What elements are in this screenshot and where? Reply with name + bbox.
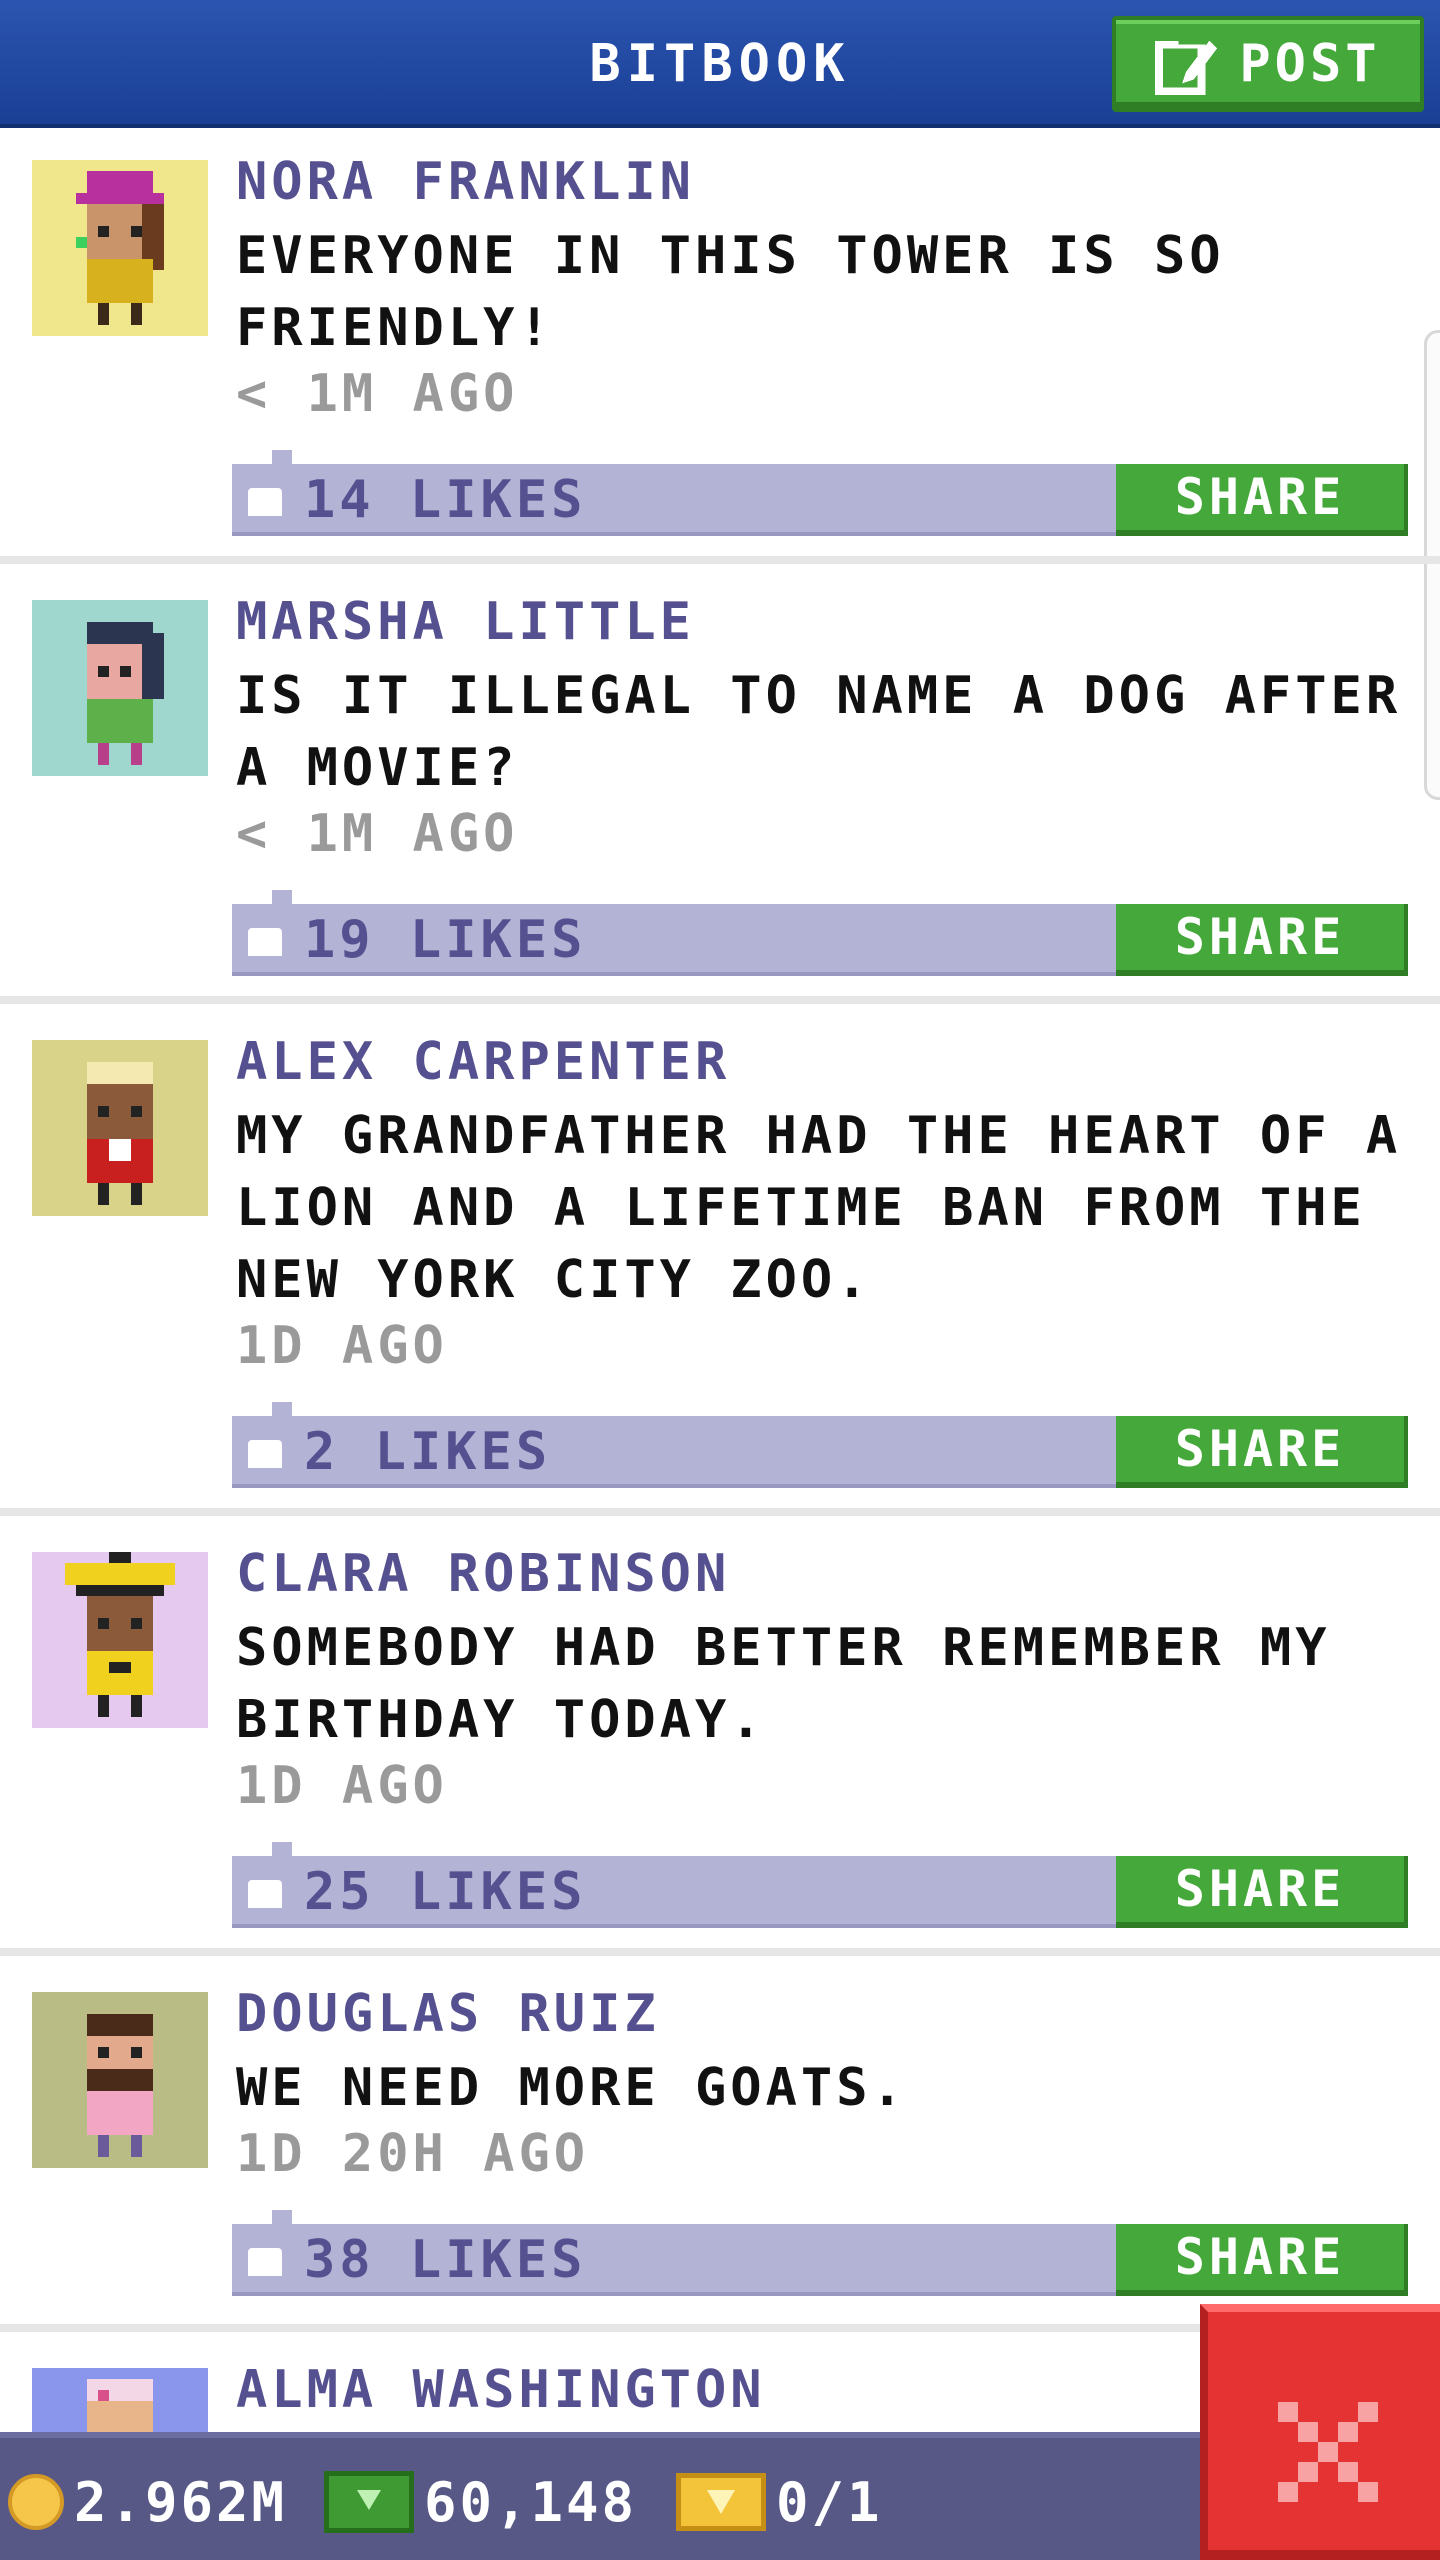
share-button[interactable]: SHARE [1116, 1416, 1408, 1488]
coin-icon [8, 2474, 64, 2530]
character-sprite [87, 2014, 153, 2157]
share-button[interactable]: SHARE [1116, 2224, 1408, 2296]
feed-post: DOUGLAS RUIZ WE NEED MORE GOATS. 1D 20H … [0, 1964, 1440, 2332]
post-author: ALEX CARPENTER [236, 1032, 731, 1092]
character-sprite [76, 171, 164, 325]
share-button[interactable]: SHARE [1116, 464, 1408, 536]
like-bar: 38 LIKES SHARE [232, 2210, 1408, 2296]
post-time: 1D AGO [236, 1316, 448, 1376]
share-button[interactable]: SHARE [1116, 1856, 1408, 1928]
like-count: 14 LIKES [304, 470, 587, 530]
character-sprite [87, 1062, 153, 1205]
character-sprite [87, 622, 164, 765]
feed-post: NORA FRANKLIN EVERYONE IN THIS TOWER IS … [0, 132, 1440, 564]
avatar[interactable] [32, 1552, 208, 1728]
coins-value: 2.962M [74, 2470, 288, 2534]
like-bar: 25 LIKES SHARE [232, 1842, 1408, 1928]
post-message: MY GRANDFATHER HAD THE HEART OF A LION A… [236, 1106, 1402, 1310]
feed-post: CLARA ROBINSON SOMEBODY HAD BETTER REMEM… [0, 1524, 1440, 1956]
ticket-icon [676, 2473, 766, 2531]
feed-post: MARSHA LITTLE IS IT ILLEGAL TO NAME A DO… [0, 572, 1440, 1004]
post-time: < 1M AGO [236, 804, 519, 864]
thumbs-up-icon[interactable] [248, 1880, 282, 1908]
feed-post: ALEX CARPENTER MY GRANDFATHER HAD THE HE… [0, 1012, 1440, 1516]
post-time: 1D AGO [236, 1756, 448, 1816]
post-message: IS IT ILLEGAL TO NAME A DOG AFTER A MOVI… [236, 666, 1402, 798]
post-button[interactable]: POST [1112, 16, 1424, 112]
share-button[interactable]: SHARE [1116, 904, 1408, 976]
post-button-label: POST [1239, 34, 1381, 94]
post-message: EVERYONE IN THIS TOWER IS SO FRIENDLY! [236, 226, 1225, 358]
tickets-stat: 0/1 [676, 2438, 883, 2560]
post-author: ALMA WASHINGTON [236, 2360, 766, 2420]
post-author: DOUGLAS RUIZ [236, 1984, 660, 2044]
close-button[interactable] [1200, 2304, 1440, 2560]
like-count: 19 LIKES [304, 910, 587, 970]
avatar[interactable] [32, 1992, 208, 2168]
thumbs-up-icon[interactable] [248, 1440, 282, 1468]
thumbs-up-icon[interactable] [248, 928, 282, 956]
post-message: SOMEBODY HAD BETTER REMEMBER MY BIRTHDAY… [236, 1618, 1331, 1750]
thumbs-up-icon[interactable] [248, 488, 282, 516]
like-bar: 14 LIKES SHARE [232, 450, 1408, 536]
like-count: 2 LIKES [304, 1422, 552, 1482]
thumbs-up-icon[interactable] [248, 2248, 282, 2276]
close-icon [1278, 2402, 1378, 2502]
like-count: 38 LIKES [304, 2230, 587, 2290]
post-message: WE NEED MORE GOATS. [236, 2058, 907, 2118]
tickets-value: 0/1 [776, 2470, 883, 2534]
app-header: BITBOOK POST [0, 0, 1440, 128]
like-count: 25 LIKES [304, 1862, 587, 1922]
post-author: MARSHA LITTLE [236, 592, 695, 652]
avatar[interactable] [32, 160, 208, 336]
like-bar: 2 LIKES SHARE [232, 1402, 1408, 1488]
character-sprite [65, 1552, 175, 1717]
bux-icon [324, 2471, 414, 2533]
post-time: < 1M AGO [236, 364, 519, 424]
avatar[interactable] [32, 600, 208, 776]
like-bar: 19 LIKES SHARE [232, 890, 1408, 976]
post-time: 1D 20H AGO [236, 2124, 590, 2184]
post-author: CLARA ROBINSON [236, 1544, 731, 1604]
bux-stat: 60,148 [324, 2438, 637, 2560]
coins-stat: 2.962M [8, 2438, 287, 2560]
post-author: NORA FRANKLIN [236, 152, 695, 212]
compose-icon [1155, 36, 1218, 95]
bux-value: 60,148 [424, 2470, 638, 2534]
avatar[interactable] [32, 1040, 208, 1216]
